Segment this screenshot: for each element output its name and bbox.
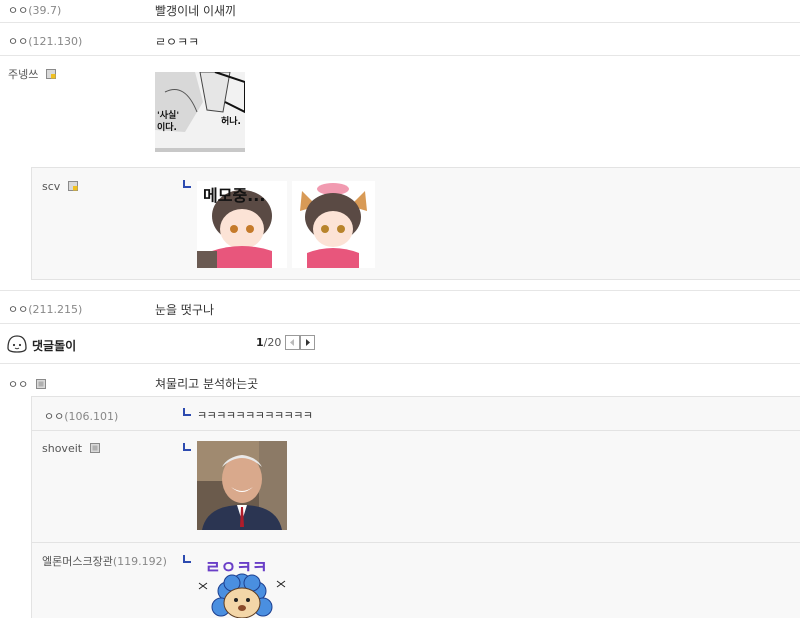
dccon-bot-bar: 댓글돌이 1/20 (0, 324, 800, 364)
comment-row: ㅇㅇ(121.130) ㄹㅇㅋㅋ (0, 23, 800, 56)
dccon-sticker[interactable] (292, 181, 375, 268)
comment-author[interactable]: ㅇㅇ (8, 376, 46, 392)
reply-author[interactable]: shoveit (42, 442, 100, 455)
comment-text: 눈을 떳구나 (155, 303, 215, 317)
fixed-nick-icon (67, 181, 78, 191)
comment-row: ㅇㅇ(211.215) 눈을 떳구나 (0, 291, 800, 324)
dccon-sticker[interactable]: 메모중... (197, 181, 287, 268)
semi-fixed-nick-icon (89, 443, 100, 453)
sticker-text: ㄹㅇㅋㅋ (205, 558, 268, 578)
comment-author[interactable]: 주넹쓰 (8, 66, 56, 82)
chevron-right-icon (306, 339, 310, 346)
bot-label: 댓글돌이 (32, 339, 77, 353)
image-caption: 이다. (157, 121, 177, 133)
dccon-sticker[interactable] (197, 441, 287, 530)
comment-row: ㅇㅇ(39.7) 빨갱이네 이새끼 (0, 0, 800, 23)
comment-author[interactable]: ㅇㅇ(39.7) (8, 2, 61, 18)
comment-author[interactable]: ㅇㅇ(121.130) (8, 33, 82, 49)
page-indicator: 1/20 (256, 336, 282, 349)
next-page-button[interactable] (300, 335, 315, 350)
reply-box: scv 메모중... (31, 167, 800, 280)
chevron-left-icon (290, 339, 294, 346)
comment-image[interactable]: '사실' 이다. 허나. (155, 72, 245, 152)
fixed-nick-icon (45, 69, 56, 79)
bot-mascot-icon (7, 335, 27, 353)
image-caption: 허나. (221, 115, 241, 127)
reply-author[interactable]: scv (42, 180, 78, 193)
reply-author[interactable]: ㅇㅇ(106.101) (44, 408, 118, 424)
reply-arrow-icon (183, 408, 191, 416)
reply-box: ㅇㅇ(106.101) ㅋㅋㅋㅋㅋㅋㅋㅋㅋㅋㅋㅋ (31, 396, 800, 431)
image-caption: '사실' (157, 109, 179, 121)
reply-box: 엘론머스크장관(119.192) ㄹㅇㅋㅋ (31, 542, 800, 618)
reply-arrow-icon (183, 443, 191, 451)
reply-arrow-icon (183, 555, 191, 563)
reply-author[interactable]: 엘론머스크장관(119.192) (42, 553, 167, 569)
reply-text: ㅋㅋㅋㅋㅋㅋㅋㅋㅋㅋㅋㅋ (197, 409, 313, 422)
comment-text: 빨갱이네 이새끼 (155, 4, 237, 18)
dccon-sticker[interactable]: ㄹㅇㅋㅋ (197, 553, 287, 618)
comment-text: ㄹㅇㅋㅋ (155, 35, 200, 49)
reply-box: shoveit (31, 430, 800, 543)
semi-fixed-nick-icon (35, 379, 46, 389)
sticker-text: 메모중... (203, 186, 265, 205)
comment-author[interactable]: ㅇㅇ(211.215) (8, 301, 82, 317)
comment-text: 쳐물리고 분석하는곳 (155, 377, 259, 391)
reply-arrow-icon (183, 180, 191, 188)
prev-page-button[interactable] (285, 335, 300, 350)
